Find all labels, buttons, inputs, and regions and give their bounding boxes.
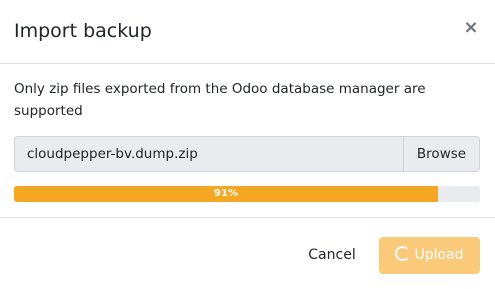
spinner-icon — [395, 246, 411, 261]
browse-button[interactable]: Browse — [403, 136, 480, 172]
close-icon[interactable]: × — [461, 16, 481, 40]
footer-divider — [0, 217, 495, 218]
cancel-button[interactable]: Cancel — [296, 237, 368, 273]
upload-button[interactable]: Upload — [379, 237, 480, 274]
file-name-field[interactable]: cloudpepper-bv.dump.zip — [14, 136, 403, 172]
dialog-header: Import backup × — [0, 0, 495, 64]
dialog-description: Only zip files exported from the Odoo da… — [14, 81, 426, 119]
upload-progress: 91% — [14, 186, 480, 202]
file-input-group: cloudpepper-bv.dump.zip Browse — [14, 136, 480, 172]
progress-bar-fill: 91% — [14, 186, 439, 202]
upload-button-label: Upload — [414, 247, 464, 263]
import-backup-dialog: Import backup × Only zip files exported … — [0, 0, 495, 289]
dialog-title: Import backup — [14, 20, 152, 42]
